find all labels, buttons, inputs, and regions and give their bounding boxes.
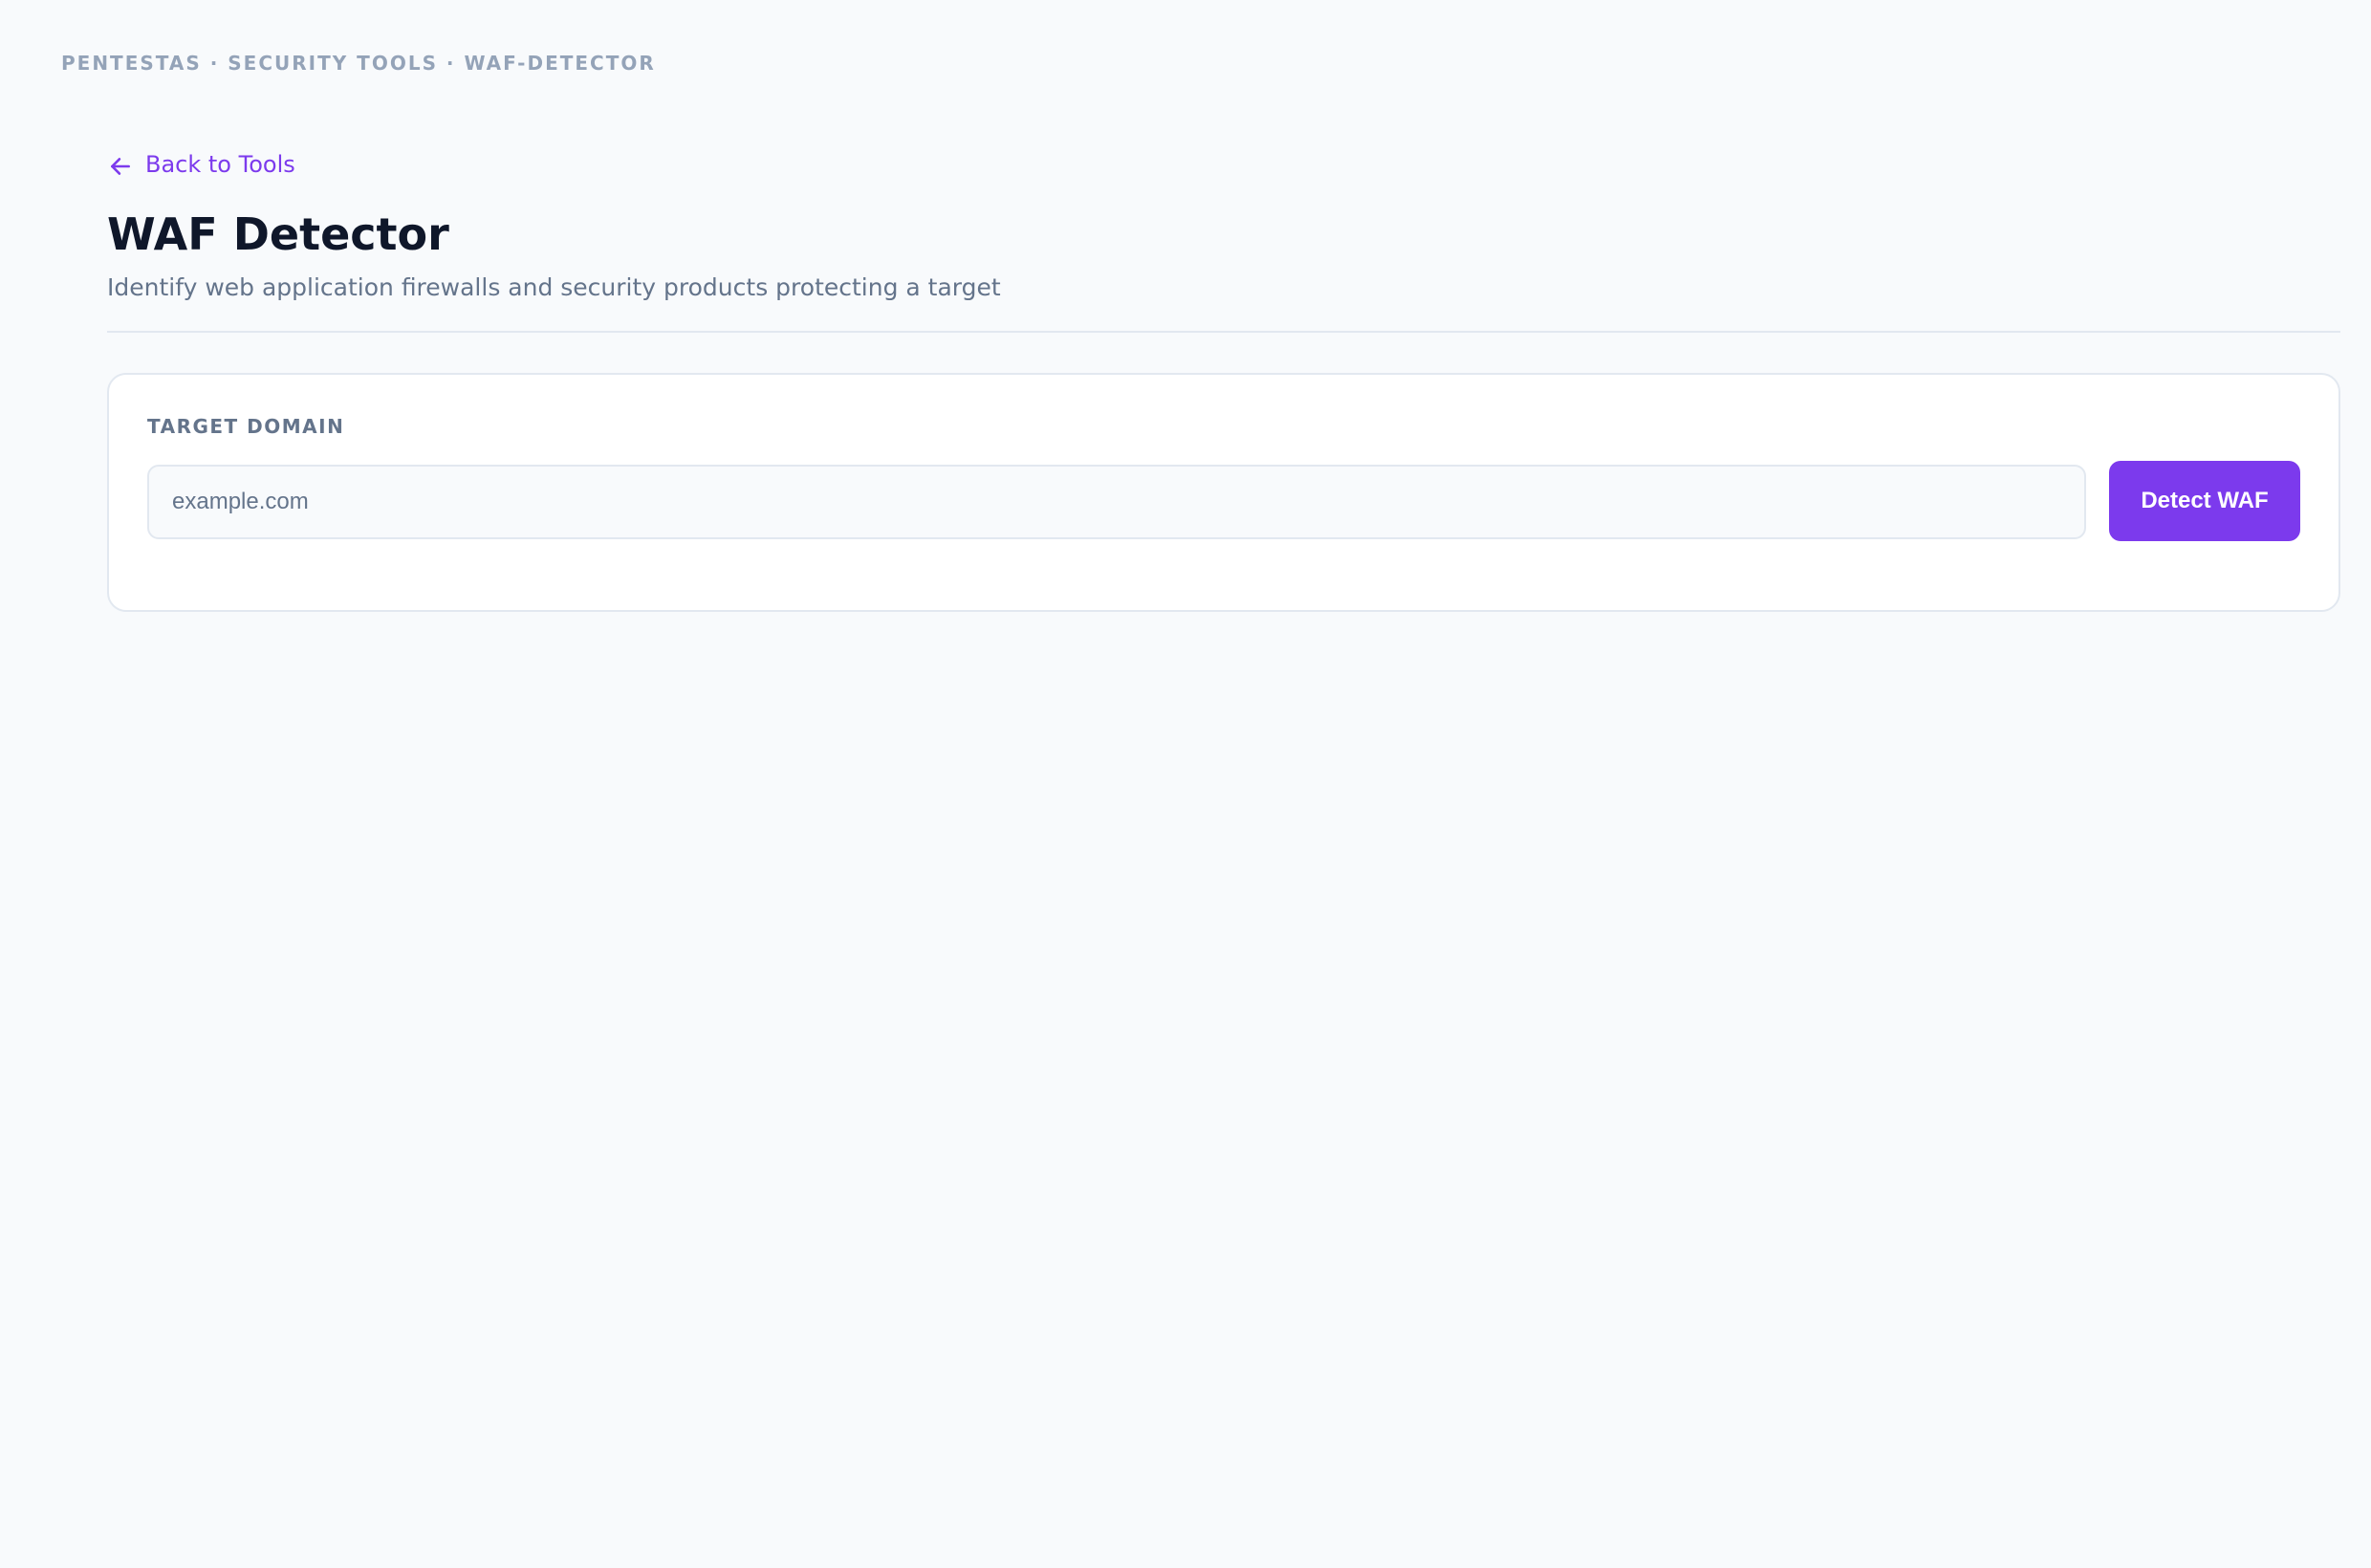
page-subtitle: Identify web application firewalls and s…	[107, 273, 1001, 301]
header-divider	[107, 331, 2340, 333]
page-title: WAF Detector	[107, 208, 449, 260]
arrow-left-icon	[107, 153, 134, 180]
target-domain-label: TARGET DOMAIN	[147, 415, 345, 438]
detect-waf-button[interactable]: Detect WAF	[2109, 461, 2300, 541]
target-domain-input[interactable]	[147, 465, 2086, 539]
back-link-label: Back to Tools	[145, 151, 295, 178]
back-to-tools-link[interactable]: Back to Tools	[107, 149, 295, 180]
breadcrumb: PENTESTAS · SECURITY TOOLS · WAF-DETECTO…	[61, 52, 656, 75]
target-form-card: TARGET DOMAIN Detect WAF	[107, 373, 2340, 612]
